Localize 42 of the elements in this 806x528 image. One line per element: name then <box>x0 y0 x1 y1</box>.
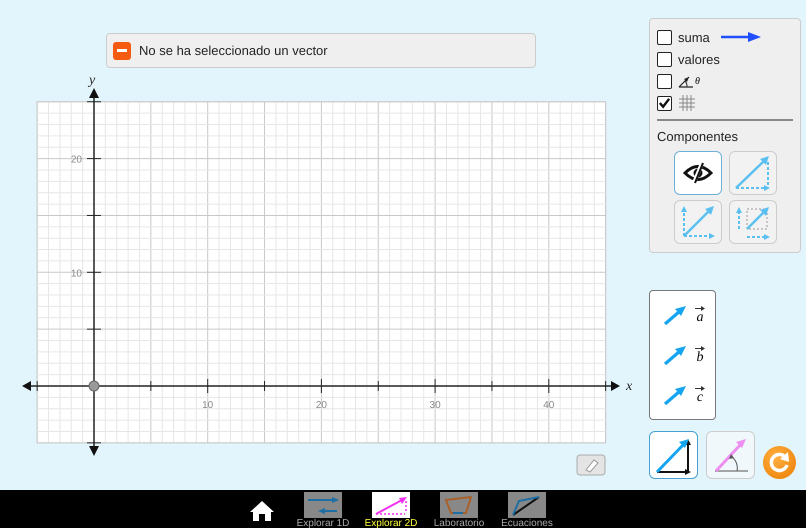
eye-slash-icon <box>682 162 712 184</box>
axis-label: x <box>626 379 632 394</box>
screen-tab[interactable]: Ecuaciones <box>497 492 557 528</box>
component-button[interactable] <box>674 151 722 195</box>
status-text: No se ha seleccionado un vector <box>139 43 328 58</box>
mode-button[interactable] <box>649 431 698 479</box>
tick-label: 20 <box>316 400 327 411</box>
vector-arrow-icon[interactable] <box>663 304 687 326</box>
checkbox[interactable] <box>657 96 672 110</box>
option-label: valores <box>678 52 720 66</box>
reset-icon <box>768 451 790 473</box>
tick-label: 20 <box>70 154 82 166</box>
arrow-icon <box>720 32 762 42</box>
angle-icon <box>678 74 694 88</box>
axis-label: y <box>89 73 96 88</box>
checkbox[interactable] <box>657 52 672 66</box>
vector-arrow-icon[interactable] <box>663 384 687 406</box>
screen-tab[interactable]: Explorar 1D <box>293 492 353 528</box>
screen-tab[interactable]: Laboratorio <box>429 492 489 528</box>
section-title: Componentes <box>657 129 739 144</box>
home-icon <box>249 500 275 522</box>
vector-label: a <box>696 310 704 324</box>
tick-label: 10 <box>202 400 214 411</box>
vector-label: b <box>696 350 704 364</box>
tick-label: 10 <box>70 268 82 280</box>
vector-arrow-accent-icon <box>695 386 705 390</box>
vector-arrow-accent-icon <box>695 306 705 310</box>
grid-icon <box>678 94 696 112</box>
eraser-button[interactable] <box>576 454 606 476</box>
screen-tab[interactable]: Explorar 2D <box>361 492 421 528</box>
vector-components-icon <box>732 154 772 192</box>
vector-label: c <box>696 390 704 404</box>
checkbox[interactable] <box>657 74 672 88</box>
checkbox[interactable] <box>657 30 672 44</box>
tick-label: 30 <box>430 400 441 411</box>
option-label: suma <box>678 30 710 44</box>
vector-arrow-accent-icon <box>695 346 705 350</box>
reset-button[interactable] <box>763 446 796 478</box>
vector-arrow-icon[interactable] <box>663 344 687 366</box>
tick-label: 40 <box>543 400 554 411</box>
theta-label: θ <box>695 76 700 86</box>
minus-icon[interactable] <box>113 42 131 60</box>
